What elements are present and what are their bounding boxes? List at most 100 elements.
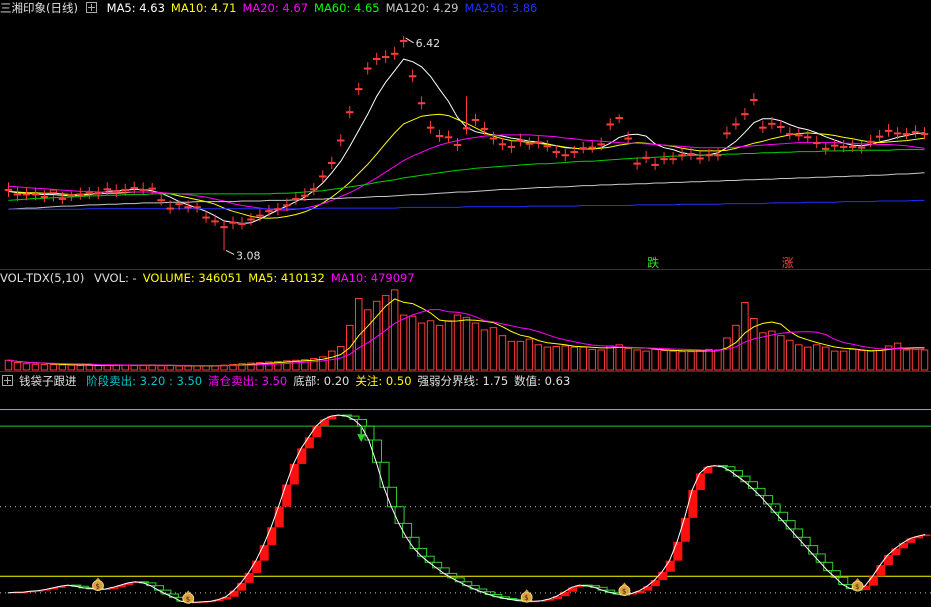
- volume-bar: [76, 364, 85, 371]
- candle-body: [759, 126, 767, 129]
- rising-block: [244, 572, 254, 583]
- candle-body: [408, 75, 417, 78]
- volume-bar: [875, 350, 884, 371]
- candle-body: [462, 127, 471, 130]
- candle: [732, 117, 740, 130]
- money-bag-neck: [621, 582, 627, 586]
- candle: [202, 211, 210, 223]
- indicator-label: VOLUME: 346051: [142, 271, 243, 285]
- candle-body: [597, 143, 605, 146]
- candle: [714, 148, 722, 161]
- candle: [902, 127, 911, 140]
- indicator-label: 数值: 0.63: [514, 374, 571, 388]
- candle: [337, 134, 345, 147]
- candle-body: [498, 143, 507, 146]
- volume-bar: [399, 314, 408, 371]
- volume-header: VOL-TDX(5,10) VVOL: - VOLUME: 346051 MA5: …: [0, 270, 427, 286]
- indicator-header: 钱袋子跟进 阶段卖出: 3.20 : 3.50 清仓卖出: 3.50 底部: 0.2…: [0, 373, 582, 389]
- volume-bar: [804, 346, 812, 371]
- candle-body: [265, 210, 273, 213]
- volume-bar: [480, 329, 489, 371]
- sell-arrow-icon: [357, 434, 366, 443]
- volume-bar: [408, 315, 417, 371]
- candle: [552, 145, 561, 158]
- candle-body: [741, 113, 749, 116]
- volume-bar: [22, 363, 31, 371]
- expand-icon[interactable]: [2, 375, 13, 386]
- candle-body: [839, 145, 848, 148]
- candle-body: [148, 187, 156, 190]
- volume-bar: [103, 364, 112, 371]
- money-bag-neck: [95, 577, 101, 581]
- volume-bar: [67, 364, 76, 371]
- money-bag-icon: $: [618, 582, 631, 596]
- candle: [857, 141, 866, 154]
- candle: [624, 131, 632, 144]
- candle: [813, 136, 821, 149]
- indicator-label: MA5: 4.63: [106, 1, 165, 15]
- candle-body: [525, 142, 534, 145]
- ma-line-ma5: [8, 58, 925, 225]
- volume-bar: [606, 345, 614, 371]
- candle: [633, 157, 641, 170]
- rising-block: [560, 591, 570, 597]
- volume-indicators: VVOL: - VOLUME: 346051 MA5: 410132 MA10: 47…: [94, 271, 421, 285]
- expand-icon[interactable]: [85, 2, 97, 13]
- candle: [606, 118, 614, 131]
- rising-block: [650, 580, 660, 587]
- indicator-label: 阶段卖出: 3.20 : 3.50: [86, 374, 203, 388]
- volume-bar: [633, 349, 641, 371]
- volume-bar: [795, 344, 803, 371]
- money-bag-neck: [855, 578, 861, 582]
- volume-bar: [13, 362, 22, 371]
- candle-body: [354, 88, 363, 91]
- indicator-label: 底部: 0.20: [293, 374, 350, 388]
- candle-body: [804, 136, 812, 139]
- volume-bar: [552, 346, 561, 371]
- candle-body: [875, 135, 884, 138]
- falling-block: [364, 425, 375, 441]
- candle: [534, 136, 543, 149]
- candle-body: [13, 193, 22, 196]
- money-bag-icon: $: [851, 578, 864, 592]
- candle-body: [139, 188, 147, 191]
- candle-body: [884, 129, 893, 132]
- falling-block: [800, 536, 811, 547]
- candle-body: [920, 133, 929, 136]
- candle: [786, 127, 794, 140]
- candle-body: [480, 127, 489, 130]
- candle-body: [714, 154, 722, 157]
- candle-body: [768, 122, 776, 125]
- candle-body: [49, 189, 58, 194]
- candle: [76, 187, 85, 200]
- rising-block: [891, 548, 901, 556]
- candle-body: [85, 192, 94, 195]
- candle-body: [22, 193, 31, 196]
- money-bag-symbol: $: [524, 594, 528, 602]
- candle: [669, 152, 677, 165]
- volume-bar: [588, 348, 596, 371]
- volume-bar: [570, 346, 579, 371]
- falling-block: [815, 553, 826, 563]
- falling-block: [454, 577, 465, 583]
- falling-block: [447, 572, 458, 579]
- falling-block: [770, 503, 781, 513]
- candle-body: [256, 214, 264, 217]
- ma-line-ma250: [8, 199, 925, 210]
- volume-bar: [121, 364, 129, 371]
- candle: [750, 93, 758, 106]
- candle: [651, 157, 659, 171]
- candle-body: [121, 188, 129, 191]
- candle-body: [507, 145, 516, 148]
- candle-body: [40, 196, 49, 199]
- falling-block: [402, 522, 413, 538]
- candle: [346, 105, 354, 119]
- rising-block: [312, 426, 322, 438]
- candle-body: [67, 194, 76, 197]
- falling-block: [785, 520, 796, 530]
- candle-body: [247, 218, 255, 221]
- candle-body: [283, 204, 291, 207]
- volume-bar: [543, 346, 552, 371]
- candle: [911, 125, 920, 138]
- candle-body: [624, 137, 632, 140]
